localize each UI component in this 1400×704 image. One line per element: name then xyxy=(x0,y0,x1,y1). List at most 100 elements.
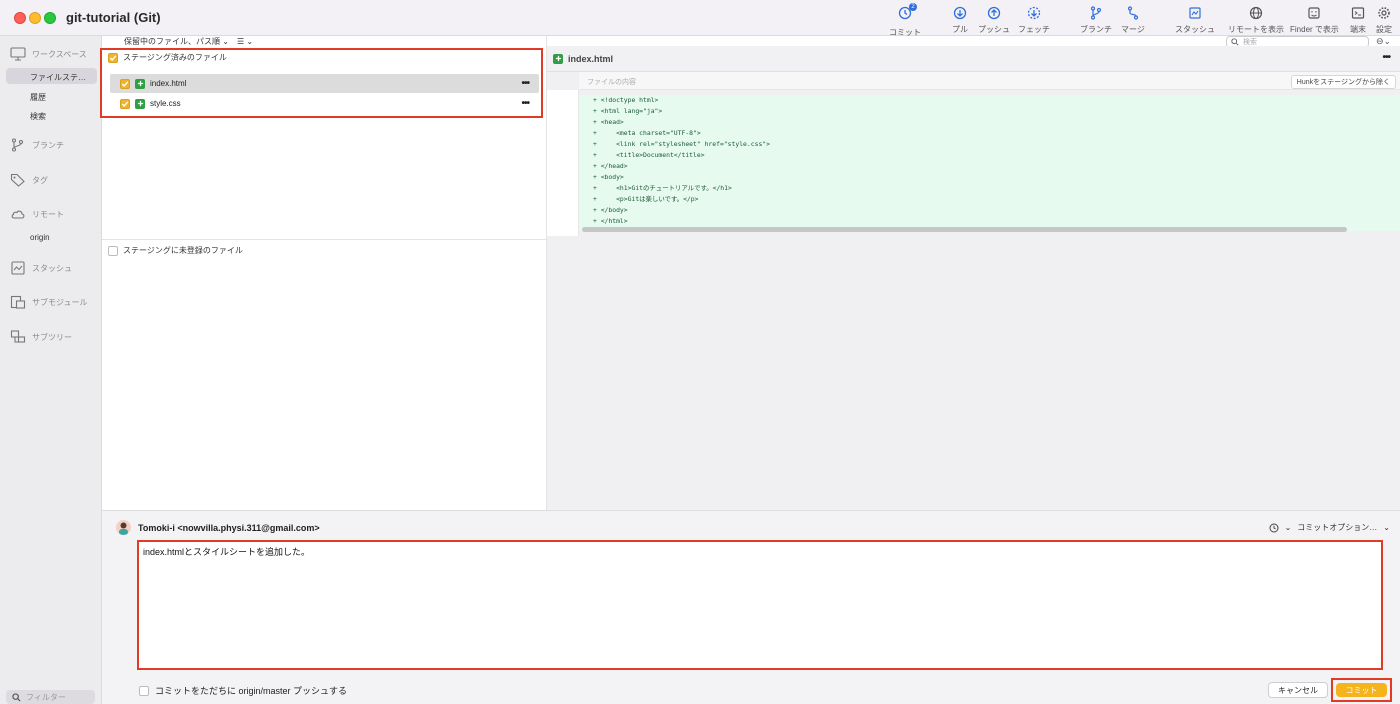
file-added-icon xyxy=(135,78,145,89)
sidebar-section-remotes-label: リモート xyxy=(32,209,64,219)
terminal-toolbar-button[interactable]: 端末 xyxy=(1350,5,1366,35)
push-toolbar-button[interactable]: プッシュ xyxy=(978,5,1010,35)
search-icon xyxy=(1231,38,1239,46)
file-more-button[interactable]: ••• xyxy=(521,78,529,89)
hunk-title: ファイルの内容 xyxy=(587,79,636,86)
terminal-icon xyxy=(1351,7,1365,19)
avatar xyxy=(116,520,131,535)
sidebar-section-subtrees[interactable]: サブツリー xyxy=(10,330,72,344)
branch-icon xyxy=(11,138,24,152)
sidebar-section-workspace-label: ワークスペース xyxy=(32,49,87,59)
staged-file-row[interactable]: index.html ••• xyxy=(110,74,539,93)
sidebar-item-remote-origin[interactable]: origin xyxy=(30,233,50,242)
history-clock-icon[interactable] xyxy=(1269,523,1279,533)
section-divider xyxy=(102,239,547,240)
pull-toolbar-button[interactable]: プル xyxy=(952,5,968,35)
sidebar-section-branches[interactable]: ブランチ xyxy=(10,138,64,152)
diff-file-name: index.html xyxy=(568,53,614,64)
fetch-icon xyxy=(1027,6,1041,20)
chevron-down-icon[interactable]: ⌄ xyxy=(1285,523,1292,532)
file-sort-dropdown[interactable]: 保留中のファイル、パス順 ⌄ xyxy=(124,36,229,47)
show-remote-toolbar-button[interactable]: リモートを表示 xyxy=(1228,5,1284,35)
monitor-icon xyxy=(10,47,26,61)
settings-toolbar-button[interactable]: 設定 xyxy=(1376,5,1392,35)
sidebar-item-file-status[interactable]: ファイルステ… xyxy=(30,72,86,83)
globe-icon xyxy=(1249,6,1263,20)
commit-toolbar-button[interactable]: 2 コミット xyxy=(889,3,921,38)
gear-icon xyxy=(1378,7,1390,19)
diff-line: + <h1>Gitのチュートリアルです。</h1> xyxy=(593,184,732,192)
file-stage-checkbox[interactable] xyxy=(120,78,130,89)
file-added-icon xyxy=(553,53,563,64)
cloud-icon xyxy=(11,210,25,219)
file-more-button[interactable]: ••• xyxy=(521,98,529,109)
diff-more-button[interactable]: ••• xyxy=(1382,52,1390,63)
cancel-button[interactable]: キャンセル xyxy=(1268,682,1328,698)
diff-line: + <p>Gitは楽しいです。</p> xyxy=(593,195,699,203)
file-stage-checkbox[interactable] xyxy=(120,98,130,109)
file-added-icon xyxy=(135,98,145,109)
diff-line: + <title>Document</title> xyxy=(593,151,705,159)
check-icon xyxy=(109,54,117,61)
merge-icon xyxy=(1127,6,1139,20)
stash-toolbar-button[interactable]: スタッシュ xyxy=(1175,5,1215,35)
stash-icon xyxy=(1189,7,1201,19)
staged-file-row[interactable]: style.css ••• xyxy=(110,94,539,113)
check-icon xyxy=(121,80,129,87)
staged-all-checkbox[interactable] xyxy=(108,52,118,63)
pull-toolbar-label: プル xyxy=(952,25,968,34)
merge-toolbar-button[interactable]: マージ xyxy=(1121,5,1145,35)
sidebar-section-branches-label: ブランチ xyxy=(32,140,64,150)
branch-toolbar-button[interactable]: ブランチ xyxy=(1080,5,1112,35)
push-icon xyxy=(987,6,1001,20)
minimize-window-button[interactable] xyxy=(29,12,41,24)
unstaged-all-checkbox[interactable] xyxy=(108,245,118,256)
staged-files-title: ステージング済みのファイル xyxy=(123,53,227,62)
show-in-finder-toolbar-label: Finder で表示 xyxy=(1290,25,1339,34)
commit-options: ⌄ コミットオプション… ⌄ xyxy=(1269,522,1390,533)
terminal-toolbar-label: 端末 xyxy=(1350,25,1366,34)
push-toolbar-label: プッシュ xyxy=(978,25,1010,34)
file-list-pane: 保留中のファイル、パス順 ⌄ ☰ ⌄ ステージング済みのファイル index.h… xyxy=(100,36,547,510)
sidebar-item-search[interactable]: 検索 xyxy=(30,111,46,122)
commit-icon: 2 xyxy=(897,3,917,24)
commit-panel: Tomoki-i <nowvilla.physi.311@gmail.com> … xyxy=(102,510,1400,704)
sidebar-filter-input[interactable]: フィルター xyxy=(6,690,95,704)
sidebar-section-subtrees-label: サブツリー xyxy=(32,332,72,342)
sidebar-section-tags[interactable]: タグ xyxy=(10,173,48,187)
stash-toolbar-label: スタッシュ xyxy=(1175,25,1215,34)
commit-toolbar-label: コミット xyxy=(889,28,921,37)
finder-icon xyxy=(1308,7,1321,19)
unstaged-files-title: ステージングに未登録のファイル xyxy=(123,246,243,255)
diff-line: + <head> xyxy=(593,118,624,126)
push-immediately-checkbox[interactable] xyxy=(139,685,149,696)
view-mode-dropdown[interactable]: ☰ ⌄ xyxy=(237,37,253,46)
commit-options-dropdown[interactable]: コミットオプション… xyxy=(1297,522,1377,533)
sidebar-item-history[interactable]: 履歴 xyxy=(30,92,46,103)
sidebar-section-tags-label: タグ xyxy=(32,175,48,185)
search-icon xyxy=(12,692,21,702)
unstage-hunk-button[interactable]: Hunkをステージングから除く xyxy=(1290,75,1396,89)
diff-line: + <link rel="stylesheet" href="style.css… xyxy=(593,140,770,148)
commit-count-badge: 2 xyxy=(909,3,917,11)
staged-files-header: ステージング済みのファイル xyxy=(108,52,227,63)
chevron-down-icon[interactable]: ⌄ xyxy=(1383,523,1390,532)
zoom-window-button[interactable] xyxy=(44,12,56,24)
close-window-button[interactable] xyxy=(14,12,26,24)
push-immediately-option[interactable]: コミットをただちに origin/master プッシュする xyxy=(139,684,347,697)
submodule-icon xyxy=(10,295,26,309)
sidebar-section-remotes[interactable]: リモート xyxy=(10,207,64,221)
sidebar-section-submodules[interactable]: サブモジュール xyxy=(10,295,87,309)
diff-line: + <!doctype html> xyxy=(593,96,659,104)
file-name: style.css xyxy=(150,99,181,108)
sidebar-section-stashes[interactable]: スタッシュ xyxy=(10,261,72,275)
fetch-toolbar-button[interactable]: フェッチ xyxy=(1018,5,1050,35)
sidebar-section-stashes-label: スタッシュ xyxy=(32,263,72,273)
show-in-finder-toolbar-button[interactable]: Finder で表示 xyxy=(1290,5,1339,35)
hunk-header: ファイルの内容 Hunkをステージングから除く xyxy=(579,72,1400,90)
diff-horizontal-scrollbar[interactable] xyxy=(582,227,1347,232)
file-sort-bar: 保留中のファイル、パス順 ⌄ ☰ ⌄ xyxy=(124,36,253,47)
merge-toolbar-label: マージ xyxy=(1121,25,1145,34)
commit-button[interactable]: コミット xyxy=(1336,683,1387,697)
commit-message-input[interactable]: index.htmlとスタイルシートを追加した。 xyxy=(137,540,1383,670)
